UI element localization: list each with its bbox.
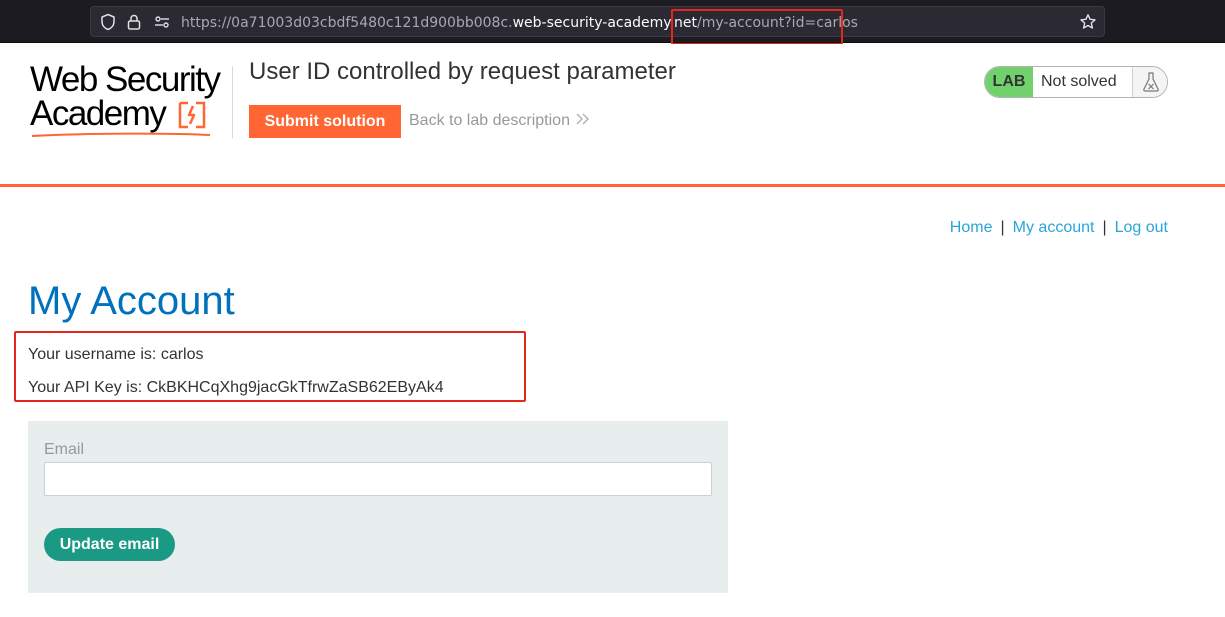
url-host: web-security-academy.net bbox=[512, 15, 698, 31]
email-label: Email bbox=[44, 441, 85, 458]
logo-underline bbox=[31, 132, 211, 137]
lab-badge: LAB bbox=[985, 67, 1033, 97]
double-chevron-right-icon bbox=[576, 113, 589, 125]
shield-icon[interactable] bbox=[99, 13, 117, 31]
lab-title: User ID controlled by request parameter bbox=[249, 58, 676, 85]
academy-logo[interactable]: Web Security Academy bbox=[30, 60, 230, 137]
back-to-lab-label: Back to lab description bbox=[409, 112, 570, 129]
lab-status-text: Not solved bbox=[1041, 73, 1117, 90]
update-email-form: Email Update email bbox=[28, 421, 728, 593]
nav-log-out-link[interactable]: Log out bbox=[1115, 219, 1168, 236]
top-navigation: Home | My account | Log out bbox=[950, 219, 1168, 237]
update-email-button[interactable]: Update email bbox=[44, 528, 175, 561]
url-prefix: https://0a71003d03cbdf5480c121d900bb008c… bbox=[181, 15, 513, 31]
logo-text-line2: Academy bbox=[30, 94, 167, 133]
submit-solution-button[interactable]: Submit solution bbox=[249, 105, 401, 138]
nav-home-link[interactable]: Home bbox=[950, 219, 993, 236]
nav-separator: | bbox=[1000, 219, 1005, 236]
back-to-lab-link[interactable]: Back to lab description bbox=[409, 112, 590, 130]
lock-icon[interactable] bbox=[125, 13, 143, 31]
api-key-text: Your API Key is: CkBKHCqXhg9jacGkTfrwZaS… bbox=[28, 379, 444, 396]
nav-my-account-link[interactable]: My account bbox=[1013, 219, 1095, 236]
page-title: My Account bbox=[28, 279, 235, 323]
academy-header: Web Security Academy User ID controlled … bbox=[0, 44, 1225, 187]
lab-flask-container bbox=[1132, 67, 1167, 97]
logo-text-line1: Web Security bbox=[30, 60, 221, 99]
url-bar[interactable]: https://0a71003d03cbdf5480c121d900bb008c… bbox=[90, 6, 1105, 37]
url-highlight-annotation bbox=[671, 9, 843, 45]
browser-toolbar: https://0a71003d03cbdf5480c121d900bb008c… bbox=[0, 0, 1225, 45]
logo-bolt-icon bbox=[178, 101, 206, 129]
permissions-icon[interactable] bbox=[153, 13, 171, 31]
nav-separator: | bbox=[1102, 219, 1107, 236]
header-divider bbox=[232, 66, 233, 138]
lab-status-widget: LAB Not solved bbox=[984, 66, 1168, 98]
bookmark-star-icon[interactable] bbox=[1079, 13, 1097, 31]
email-input[interactable] bbox=[44, 462, 712, 496]
username-text: Your username is: carlos bbox=[28, 346, 204, 363]
flask-icon bbox=[1143, 72, 1159, 92]
